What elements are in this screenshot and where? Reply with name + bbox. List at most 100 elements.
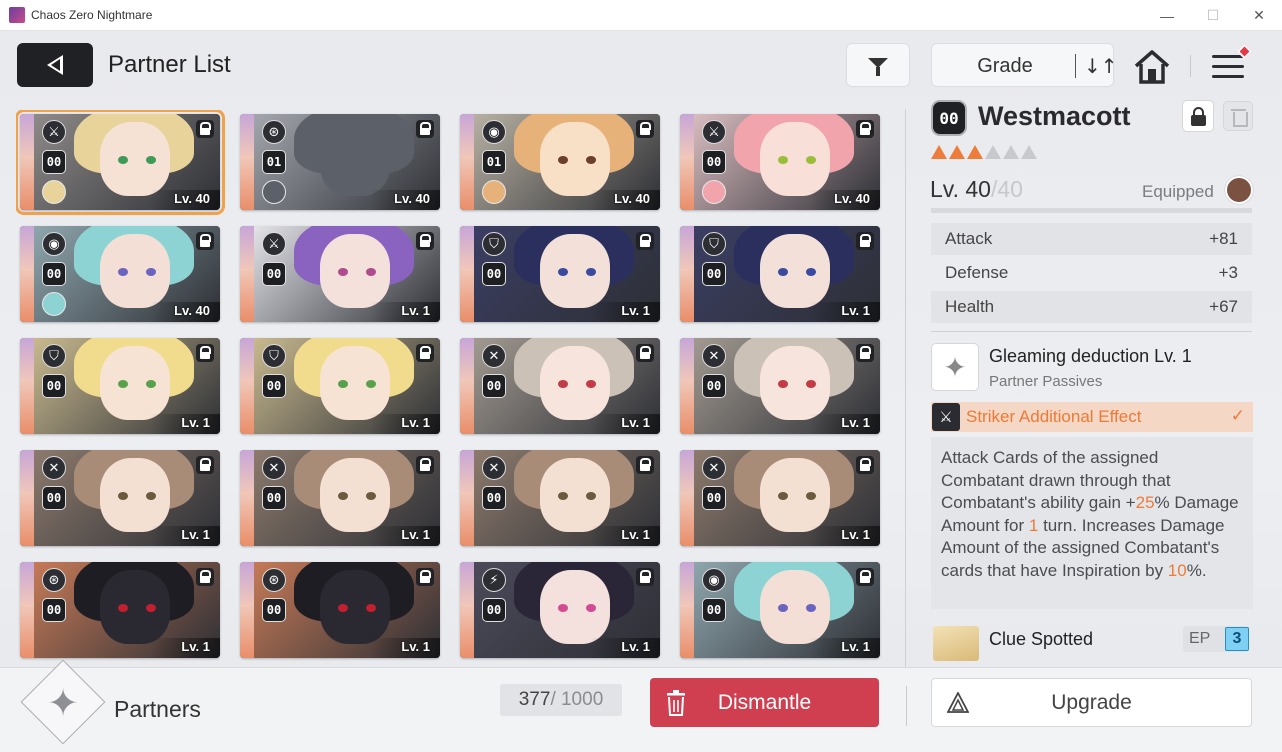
lock-icon[interactable] bbox=[636, 456, 654, 474]
dismantle-button[interactable]: Dismantle bbox=[650, 678, 879, 727]
lock-icon[interactable] bbox=[196, 344, 214, 362]
upgrade-button[interactable]: Upgrade bbox=[931, 678, 1252, 727]
trash-icon[interactable] bbox=[1223, 101, 1253, 131]
class-icon: ⊛ bbox=[42, 568, 66, 592]
game-screen: Partner List Grade ↓↑ ⚔ 00 Lv. 40 ⊛ 01 Lv. 40… bbox=[0, 31, 1282, 752]
card-level: Lv. 1 bbox=[401, 639, 430, 654]
lock-icon[interactable] bbox=[196, 568, 214, 586]
panel-divider bbox=[905, 109, 906, 669]
filter-button[interactable] bbox=[846, 43, 910, 87]
card-rarity-strip bbox=[680, 114, 694, 210]
card-level: Lv. 1 bbox=[621, 639, 650, 654]
lock-icon[interactable] bbox=[856, 120, 874, 138]
class-icon: ◉ bbox=[702, 568, 726, 592]
partner-card[interactable]: ⛉ 00 Lv. 1 bbox=[460, 226, 660, 322]
grade-badge: 01 bbox=[482, 150, 506, 174]
lock-icon[interactable] bbox=[856, 456, 874, 474]
window-controls: — ☐ ✕ bbox=[1144, 0, 1282, 31]
partner-card[interactable]: ⊛ 01 Lv. 40 bbox=[240, 114, 440, 210]
lock-icon[interactable] bbox=[416, 344, 434, 362]
star-icon bbox=[985, 145, 1001, 159]
partner-card[interactable]: ⚔ 00 Lv. 40 bbox=[680, 114, 880, 210]
class-icon: ⛉ bbox=[482, 232, 506, 256]
partner-card[interactable]: ⛉ 00 Lv. 1 bbox=[680, 226, 880, 322]
grade-badge: 00 bbox=[482, 598, 506, 622]
card-level: Lv. 1 bbox=[401, 527, 430, 542]
clue-item[interactable]: Clue Spotted EP 3 bbox=[931, 621, 1253, 661]
card-rarity-strip bbox=[460, 450, 474, 546]
class-icon: ⚔ bbox=[262, 232, 286, 256]
grade-badge: 00 bbox=[702, 598, 726, 622]
equipped-combatant-avatar bbox=[262, 180, 286, 204]
level-max: /40 bbox=[990, 176, 1023, 202]
partner-card[interactable]: ◉ 00 Lv. 40 bbox=[20, 226, 220, 322]
lock-icon[interactable] bbox=[856, 568, 874, 586]
lock-icon[interactable] bbox=[416, 232, 434, 250]
minimize-button[interactable]: — bbox=[1144, 0, 1190, 31]
lock-icon[interactable] bbox=[196, 120, 214, 138]
lock-icon[interactable] bbox=[196, 456, 214, 474]
back-button[interactable] bbox=[17, 43, 93, 87]
lock-icon[interactable] bbox=[856, 344, 874, 362]
card-level: Lv. 1 bbox=[621, 415, 650, 430]
equipped-combatant-avatar[interactable] bbox=[1225, 176, 1253, 204]
grade-badge: 00 bbox=[262, 486, 286, 510]
additional-effect-label: Striker Additional Effect bbox=[966, 407, 1142, 426]
home-icon[interactable] bbox=[1132, 47, 1172, 87]
card-level: Lv. 1 bbox=[841, 527, 870, 542]
card-level: Lv. 40 bbox=[834, 191, 870, 206]
lock-icon[interactable] bbox=[416, 568, 434, 586]
maximize-button[interactable]: ☐ bbox=[1190, 0, 1236, 31]
class-icon: ⚔ bbox=[702, 120, 726, 144]
partner-card[interactable]: ⚔ 00 Lv. 1 bbox=[240, 226, 440, 322]
partner-card[interactable]: ✕ 00 Lv. 1 bbox=[680, 450, 880, 546]
menu-icon[interactable] bbox=[1212, 53, 1246, 81]
card-rarity-strip bbox=[240, 226, 254, 322]
partner-card[interactable]: ⚡ 00 Lv. 1 bbox=[460, 562, 660, 658]
partner-card[interactable]: ◉ 00 Lv. 1 bbox=[680, 562, 880, 658]
ep-value: 3 bbox=[1225, 627, 1249, 651]
stat-value: +81 bbox=[1209, 229, 1238, 248]
partner-card[interactable]: ⊛ 00 Lv. 1 bbox=[240, 562, 440, 658]
passive-skill-icon[interactable]: ✦ bbox=[931, 343, 979, 391]
equipped-combatant-avatar bbox=[702, 180, 726, 204]
card-rarity-strip bbox=[460, 338, 474, 434]
lock-icon[interactable] bbox=[416, 456, 434, 474]
stat-value: +3 bbox=[1218, 263, 1238, 282]
partner-card[interactable]: ✕ 00 Lv. 1 bbox=[460, 450, 660, 546]
grade-badge: 00 bbox=[42, 374, 66, 398]
sort-dropdown[interactable]: Grade ↓↑ bbox=[931, 43, 1118, 87]
partner-card[interactable]: ⚔ 00 Lv. 40 bbox=[16, 110, 225, 215]
lock-icon[interactable] bbox=[856, 232, 874, 250]
bottom-divider bbox=[906, 686, 907, 726]
close-button[interactable]: ✕ bbox=[1236, 0, 1282, 31]
equipped-combatant-avatar bbox=[42, 180, 66, 204]
ep-cost: EP 3 bbox=[1183, 626, 1249, 652]
lock-icon[interactable] bbox=[636, 120, 654, 138]
lock-icon[interactable] bbox=[196, 232, 214, 250]
partner-card[interactable]: ✕ 00 Lv. 1 bbox=[460, 338, 660, 434]
partner-card[interactable]: ✕ 00 Lv. 1 bbox=[20, 450, 220, 546]
star-icon bbox=[949, 145, 965, 159]
lock-icon[interactable] bbox=[636, 344, 654, 362]
class-icon: ✕ bbox=[482, 344, 506, 368]
dismantle-label: Dismantle bbox=[717, 690, 812, 714]
additional-effect-bar[interactable]: ⚔ Striker Additional Effect ✓ bbox=[931, 402, 1253, 432]
partner-card[interactable]: ✕ 00 Lv. 1 bbox=[240, 450, 440, 546]
partner-card[interactable]: ◉ 01 Lv. 40 bbox=[460, 114, 660, 210]
lock-icon[interactable] bbox=[416, 120, 434, 138]
sort-order-icon[interactable]: ↓↑ bbox=[1084, 54, 1118, 78]
partner-card[interactable]: ⛉ 00 Lv. 1 bbox=[20, 338, 220, 434]
lock-icon[interactable] bbox=[636, 232, 654, 250]
class-icon: ✕ bbox=[702, 456, 726, 480]
lock-icon[interactable] bbox=[636, 568, 654, 586]
stat-name: Attack bbox=[945, 229, 993, 248]
card-rarity-strip bbox=[240, 338, 254, 434]
level-progress-bar bbox=[931, 208, 1252, 213]
card-rarity-strip bbox=[20, 562, 34, 658]
lock-icon[interactable] bbox=[1182, 100, 1214, 132]
partner-card[interactable]: ⊛ 00 Lv. 1 bbox=[20, 562, 220, 658]
partner-card[interactable]: ✕ 00 Lv. 1 bbox=[680, 338, 880, 434]
upgrade-icon bbox=[947, 692, 969, 713]
partner-card[interactable]: ⛉ 00 Lv. 1 bbox=[240, 338, 440, 434]
